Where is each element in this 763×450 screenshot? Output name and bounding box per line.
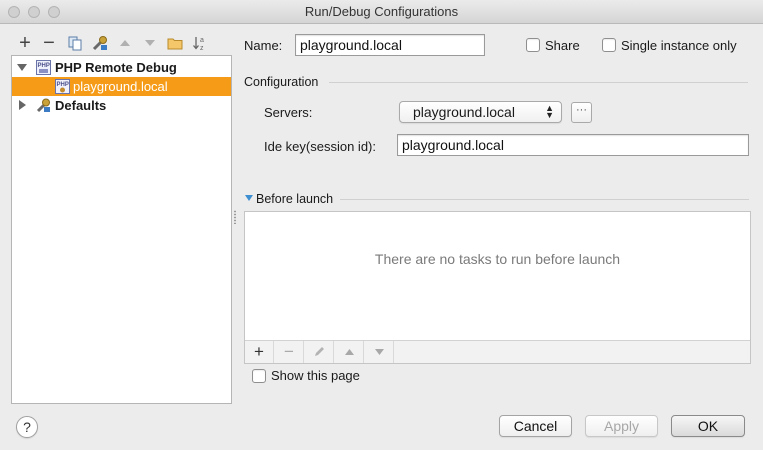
share-label: Share (545, 38, 580, 53)
expand-triangle-icon[interactable] (17, 64, 27, 71)
tree-group-php-remote-debug[interactable]: PHP PHP Remote Debug (12, 58, 231, 77)
cancel-button[interactable]: Cancel (499, 415, 572, 437)
add-icon[interactable]: + (14, 32, 36, 54)
section-divider (340, 199, 749, 200)
select-arrows-icon: ▲ ▼ (545, 103, 554, 120)
servers-more-button[interactable]: ··· (571, 102, 592, 123)
collapse-triangle-icon[interactable] (19, 100, 26, 110)
ide-key-field[interactable] (397, 134, 749, 156)
name-field[interactable] (295, 34, 485, 56)
move-task-up-icon[interactable] (335, 341, 364, 363)
tree-item-playground-local[interactable]: PHP playground.local (12, 77, 231, 96)
add-task-icon[interactable]: + (245, 341, 274, 363)
edit-task-icon[interactable] (305, 341, 334, 363)
help-button[interactable]: ? (16, 416, 38, 438)
servers-select-value: playground.local (413, 104, 515, 120)
single-instance-label: Single instance only (621, 38, 737, 53)
servers-label: Servers: (264, 105, 313, 120)
task-list-toolbar: + − (245, 340, 750, 363)
window-title: Run/Debug Configurations (304, 4, 459, 19)
before-launch-toggle-icon[interactable] (245, 195, 253, 201)
empty-tasks-message: There are no tasks to run before launch (374, 251, 621, 267)
remove-task-icon[interactable]: − (275, 341, 304, 363)
panel-splitter[interactable] (233, 210, 237, 224)
svg-text:z: z (200, 45, 204, 51)
tree-group-defaults[interactable]: Defaults (12, 96, 231, 115)
apply-button[interactable]: Apply (585, 415, 658, 437)
section-divider (329, 82, 748, 83)
ide-key-label: Ide key(session id): (264, 139, 376, 154)
wrench-icon (36, 98, 50, 113)
php-icon: PHP (36, 60, 51, 75)
before-launch-title: Before launch (256, 192, 334, 206)
before-launch-task-list[interactable]: There are no tasks to run before launch … (244, 211, 751, 364)
title-bar: Run/Debug Configurations (0, 0, 763, 24)
sort-icon[interactable]: az (189, 32, 211, 54)
move-up-icon[interactable] (114, 32, 136, 54)
svg-text:PHP: PHP (38, 63, 50, 69)
svg-text:PHP: PHP (57, 82, 69, 88)
show-page-checkbox[interactable] (252, 369, 266, 383)
move-task-down-icon[interactable] (365, 341, 394, 363)
servers-select[interactable]: playground.local ▲ ▼ (399, 101, 562, 123)
configuration-section-title: Configuration (244, 75, 319, 89)
remove-icon[interactable]: − (38, 32, 60, 54)
svg-text:a: a (200, 37, 204, 44)
ok-button[interactable]: OK (671, 415, 745, 437)
single-instance-checkbox[interactable] (602, 38, 616, 52)
move-down-icon[interactable] (139, 32, 161, 54)
configuration-tree[interactable]: PHP PHP Remote Debug PHP playground.loca… (11, 55, 232, 404)
tree-group-label: PHP Remote Debug (55, 60, 177, 75)
folder-icon[interactable] (164, 32, 186, 54)
php-config-icon: PHP (55, 79, 70, 94)
copy-icon[interactable] (64, 32, 86, 54)
edit-defaults-icon[interactable] (89, 32, 111, 54)
name-label: Name: (244, 38, 283, 53)
share-checkbox[interactable] (526, 38, 540, 52)
tree-defaults-label: Defaults (55, 98, 107, 113)
show-page-label: Show this page (271, 368, 360, 383)
tree-item-label: playground.local (73, 79, 168, 94)
